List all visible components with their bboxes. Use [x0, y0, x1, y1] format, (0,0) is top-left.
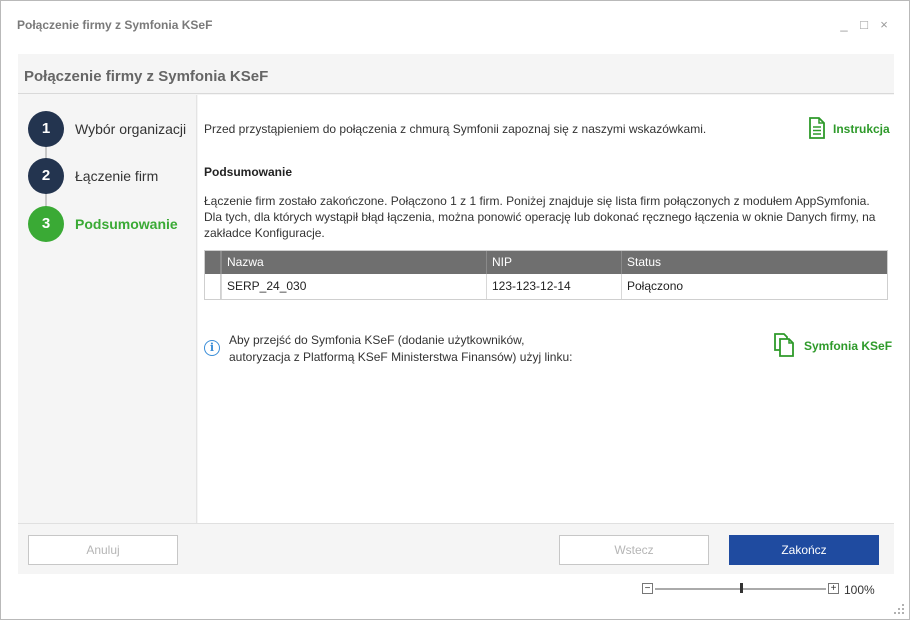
minimize-icon[interactable]: _ — [837, 17, 851, 33]
step-label: Podsumowanie — [75, 216, 178, 232]
column-header-status[interactable]: Status — [621, 251, 887, 274]
zoom-slider-thumb[interactable] — [739, 583, 743, 593]
step-label: Wybór organizacji — [75, 121, 187, 137]
step-number: 3 — [28, 206, 64, 242]
info-message: i Aby przejść do Symfonia KSeF (dodanie … — [204, 330, 664, 370]
instruction-label: Instrukcja — [833, 122, 890, 136]
column-header-nip[interactable]: NIP — [486, 251, 621, 274]
main-panel: Przed przystąpieniem do połączenia z chm… — [198, 95, 894, 523]
wizard-steps: 1 Wybór organizacji 2 Łączenie firm 3 Po… — [18, 95, 197, 523]
info-text: Aby przejść do Symfonia KSeF (dodanie uż… — [229, 332, 669, 366]
step-number: 1 — [28, 111, 64, 147]
info-text-line2: autoryzacja z Platformą KSeF Ministerstw… — [229, 350, 573, 364]
step-number: 2 — [28, 158, 64, 194]
maximize-icon[interactable]: □ — [857, 17, 871, 33]
instruction-link[interactable]: Instrukcja — [808, 117, 892, 139]
dialog-window: Połączenie firmy z Symfonia KSeF _ □ × P… — [0, 0, 910, 620]
symfonia-ksef-link[interactable]: Symfonia KSeF — [773, 333, 893, 357]
table-row[interactable]: SERP_24_030 123-123-12-14 Połączono — [205, 274, 887, 299]
documents-copy-icon — [774, 333, 794, 357]
zoom-out-button[interactable]: − — [642, 583, 653, 594]
window-title: Połączenie firmy z Symfonia KSeF — [17, 18, 213, 32]
step-label: Łączenie firm — [75, 168, 159, 184]
resize-grip-icon[interactable] — [893, 603, 905, 615]
step-podsumowanie: 3 Podsumowanie — [28, 206, 198, 242]
intro-text: Przed przystąpieniem do połączenia z chm… — [204, 122, 707, 136]
zoom-in-button[interactable]: + — [828, 583, 839, 594]
column-header-nazwa[interactable]: Nazwa — [221, 251, 486, 274]
cancel-button[interactable]: Anuluj — [28, 535, 178, 565]
cell-nazwa: SERP_24_030 — [221, 274, 486, 299]
cell-nip: 123-123-12-14 — [486, 274, 621, 299]
finish-button[interactable]: Zakończ — [729, 535, 879, 565]
info-text-line1: Aby przejść do Symfonia KSeF (dodanie uż… — [229, 333, 525, 347]
dialog-header: Połączenie firmy z Symfonia KSeF — [18, 54, 894, 94]
summary-text: Łączenie firm zostało zakończone. Połącz… — [204, 194, 876, 240]
dialog-content: Połączenie firmy z Symfonia KSeF 1 Wybór… — [18, 54, 894, 574]
summary-heading: Podsumowanie — [204, 165, 293, 179]
symfonia-ksef-label: Symfonia KSeF — [804, 339, 893, 353]
title-bar[interactable]: Połączenie firmy z Symfonia KSeF _ □ × — [1, 1, 909, 51]
close-icon[interactable]: × — [877, 17, 891, 33]
info-icon: i — [204, 340, 220, 356]
table-header: Nazwa NIP Status — [205, 251, 887, 274]
zoom-level: 100% — [844, 583, 875, 597]
page-title: Połączenie firmy z Symfonia KSeF — [24, 68, 269, 85]
row-selector-header[interactable] — [205, 251, 221, 274]
dialog-footer: Anuluj Wstecz Zakończ — [18, 523, 894, 574]
companies-table: Nazwa NIP Status SERP_24_030 123-123-12-… — [204, 250, 888, 300]
cell-status: Połączono — [621, 274, 887, 299]
step-wybor-organizacji: 1 Wybór organizacji — [28, 111, 198, 147]
zoom-control: − + 100% — [642, 583, 882, 597]
row-selector[interactable] — [205, 274, 221, 299]
document-icon — [809, 117, 825, 139]
step-laczenie-firm: 2 Łączenie firm — [28, 158, 198, 194]
back-button[interactable]: Wstecz — [559, 535, 709, 565]
